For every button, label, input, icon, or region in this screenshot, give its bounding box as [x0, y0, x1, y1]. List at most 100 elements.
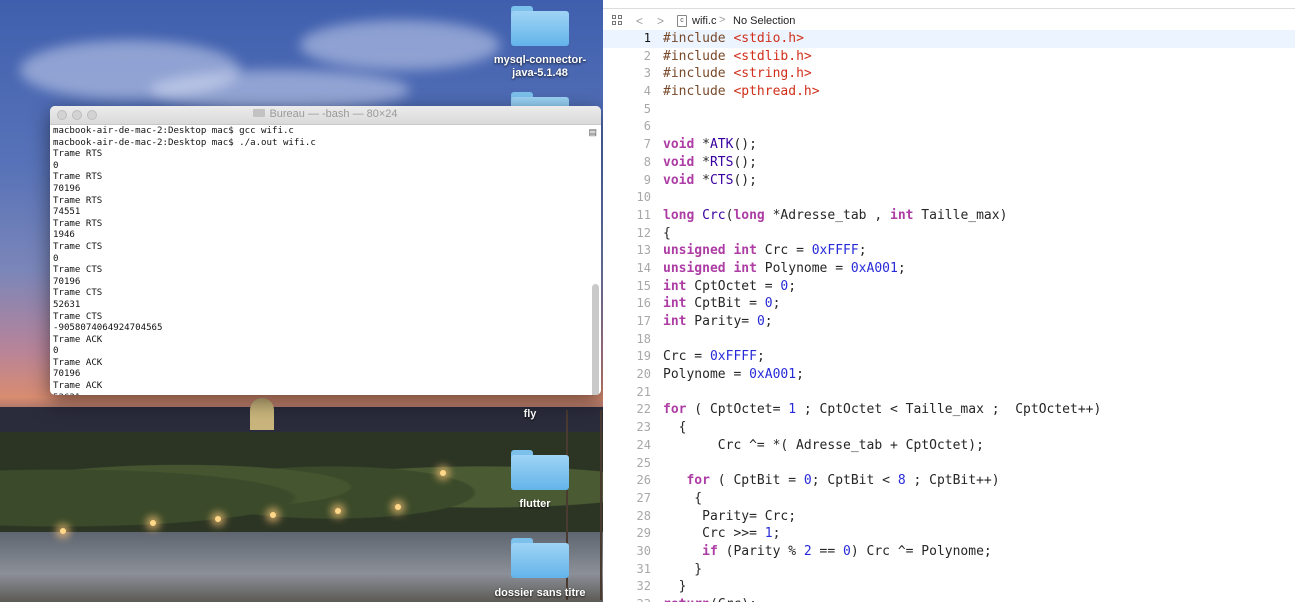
code-token: 1: [788, 402, 797, 418]
code-line[interactable]: 21: [603, 384, 1295, 402]
line-number: 3: [643, 66, 651, 81]
terminal-line: Trame ACK: [53, 357, 103, 368]
code-line-text: Parity= Crc;: [663, 508, 796, 526]
code-line[interactable]: 3 #include <string.h>: [603, 65, 1295, 83]
desktop-icon-label-mysql[interactable]: mysql-connector- java-5.1.48: [485, 54, 595, 80]
desktop-icon-flutter[interactable]: [511, 450, 569, 490]
desktop-icon-label-flutter[interactable]: flutter: [480, 498, 590, 511]
line-number: 15: [636, 278, 651, 293]
breadcrumb-selection-status[interactable]: No Selection: [733, 15, 795, 27]
folder-icon: [253, 109, 266, 117]
back-chevron-icon[interactable]: <: [636, 14, 643, 28]
code-line[interactable]: 16 int CptBit = 0;: [603, 295, 1295, 313]
code-line[interactable]: 14 unsigned int Polynome = 0xA001;: [603, 260, 1295, 278]
line-number: 14: [636, 260, 651, 275]
code-line[interactable]: 28 Parity= Crc;: [603, 508, 1295, 526]
desktop-icon-mysql-connector[interactable]: [511, 6, 569, 46]
code-line[interactable]: 4 #include <pthread.h>: [603, 83, 1295, 101]
code-token: Parity= Crc;: [663, 508, 797, 524]
code-line-text: }: [663, 561, 702, 579]
terminal-titlebar[interactable]: Bureau — -bash — 80×24: [50, 106, 601, 125]
code-line[interactable]: 31 }: [603, 561, 1295, 579]
terminal-line: Trame RTS: [53, 195, 103, 206]
terminal-line: 70196: [53, 183, 81, 194]
code-token: *: [694, 154, 710, 170]
code-token: {: [663, 490, 703, 506]
code-line[interactable]: 23 {: [603, 419, 1295, 437]
code-line[interactable]: 5: [603, 101, 1295, 119]
code-line[interactable]: 32 }: [603, 578, 1295, 596]
code-token: *: [694, 172, 710, 188]
line-number: 27: [636, 490, 651, 505]
terminal-line: Trame CTS: [53, 241, 103, 252]
code-line[interactable]: 6: [603, 118, 1295, 136]
wallpaper-lamp: [60, 528, 66, 534]
line-number: 31: [636, 561, 651, 576]
code-line[interactable]: 10: [603, 189, 1295, 207]
code-line[interactable]: 27 {: [603, 490, 1295, 508]
code-editor[interactable]: < > c wifi.c > No Selection 1 #include <s…: [603, 0, 1295, 602]
terminal-window[interactable]: Bureau — -bash — 80×24 macbook-air-de-ma…: [50, 106, 601, 395]
desktop-icon-label-dossier[interactable]: dossier sans titre: [485, 587, 595, 600]
code-token: int: [663, 278, 687, 294]
code-line[interactable]: 24 Crc ^= *( Adresse_tab + CptOctet);: [603, 437, 1295, 455]
code-line[interactable]: 8 void *RTS();: [603, 154, 1295, 172]
line-number: 13: [636, 243, 651, 258]
code-line[interactable]: 13 unsigned int Crc = 0xFFFF;: [603, 242, 1295, 260]
terminal-scrollbar-thumb[interactable]: [592, 284, 599, 395]
desktop-icon-dossier-sans-titre[interactable]: [511, 538, 569, 578]
code-line-text: if (Parity % 2 == 0) Crc ^= Polynome;: [663, 543, 992, 561]
breadcrumb-file-name[interactable]: wifi.c: [692, 15, 716, 27]
code-line[interactable]: 12 {: [603, 225, 1295, 243]
code-line[interactable]: 22 for ( CptOctet= 1 ; CptOctet < Taille_…: [603, 401, 1295, 419]
code-text-area[interactable]: 1 #include <stdio.h> 2 #include <stdlib.h> 3…: [603, 30, 1295, 602]
code-token: void: [663, 172, 695, 188]
line-number: 12: [636, 225, 651, 240]
code-line[interactable]: 19 Crc = 0xFFFF;: [603, 348, 1295, 366]
grid-cell: [618, 21, 622, 25]
desktop-wallpaper: mysql-connector- java-5.1.48 fly flutter…: [0, 0, 603, 602]
code-line[interactable]: 29 Crc >>= 1;: [603, 525, 1295, 543]
code-line-text: #include <string.h>: [663, 65, 812, 83]
related-items-grid-icon[interactable]: [612, 15, 623, 26]
desktop-icon-label-fly[interactable]: fly: [475, 408, 585, 421]
code-token: <pthread.h>: [733, 84, 820, 100]
code-line[interactable]: 20 Polynome = 0xA001;: [603, 366, 1295, 384]
code-line[interactable]: 26 for ( CptBit = 0; CptBit < 8 ; CptBit…: [603, 472, 1295, 490]
code-line[interactable]: 1 #include <stdio.h>: [603, 30, 1295, 48]
code-token: 1: [764, 526, 773, 542]
forward-chevron-icon[interactable]: >: [657, 14, 664, 28]
code-token: int: [733, 260, 757, 276]
code-token: unsigned: [663, 260, 726, 276]
code-line[interactable]: 2 #include <stdlib.h>: [603, 48, 1295, 66]
code-token: ==: [811, 543, 844, 559]
code-line[interactable]: 30 if (Parity % 2 == 0) Crc ^= Polynome;: [603, 543, 1295, 561]
code-token: {: [663, 420, 687, 436]
code-line[interactable]: 17 int Parity= 0;: [603, 313, 1295, 331]
code-line[interactable]: 25: [603, 455, 1295, 473]
code-token: CTS: [709, 172, 734, 188]
code-line[interactable]: 15 int CptOctet = 0;: [603, 278, 1295, 296]
line-number: 26: [636, 473, 651, 488]
split-pane-icon[interactable]: ▤: [588, 127, 597, 138]
code-line[interactable]: 11 long Crc(long *Adresse_tab , int Taill…: [603, 207, 1295, 225]
code-line[interactable]: 7 void *ATK();: [603, 136, 1295, 154]
code-line[interactable]: 33 return(Crc);: [603, 596, 1295, 602]
code-token: CptOctet =: [686, 278, 781, 294]
terminal-output[interactable]: macbook-air-de-mac-2:Desktop mac$ gcc wi…: [53, 126, 587, 395]
code-line-text: Crc >>= 1;: [663, 525, 780, 543]
code-token: ;: [764, 314, 773, 329]
line-number: 1: [643, 31, 651, 45]
folder-icon-body: [511, 543, 569, 578]
terminal-line: macbook-air-de-mac-2:Desktop mac$ ./a.ou…: [53, 137, 316, 148]
wallpaper-lamp: [270, 512, 276, 518]
code-token: ();: [733, 172, 757, 188]
code-line-text: Crc = 0xFFFF;: [663, 348, 765, 366]
code-line[interactable]: 18: [603, 331, 1295, 349]
code-token: (Crc);: [710, 597, 757, 602]
desktop-icon-label-line: mysql-connector-: [493, 54, 587, 66]
line-number: 29: [636, 526, 651, 541]
code-line[interactable]: 9 void *CTS();: [603, 172, 1295, 190]
code-token: ;: [756, 349, 765, 365]
folder-icon-body: [511, 455, 569, 490]
